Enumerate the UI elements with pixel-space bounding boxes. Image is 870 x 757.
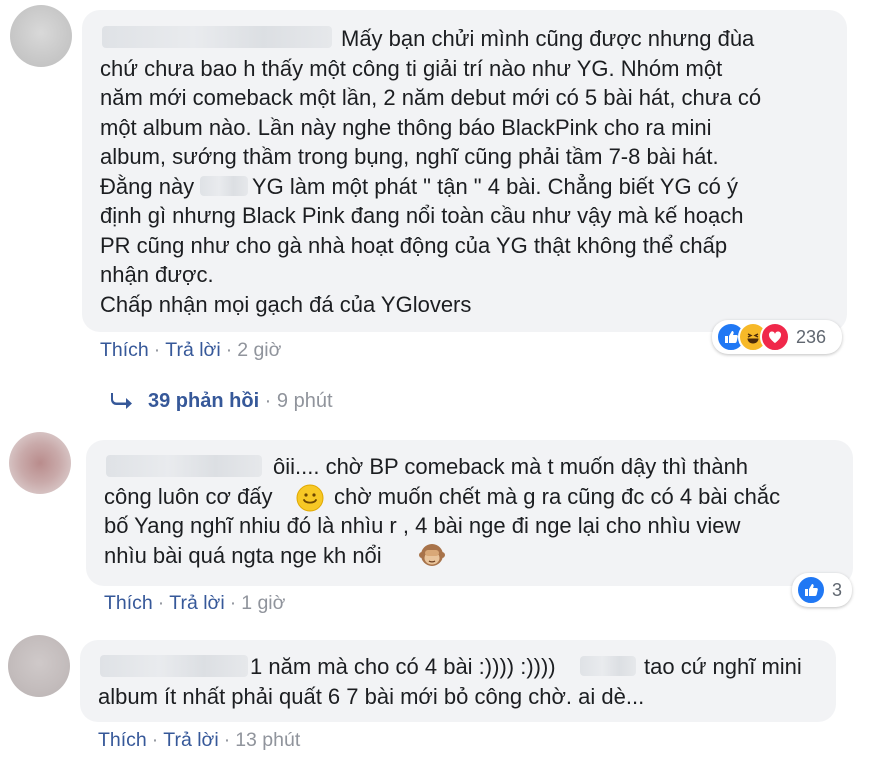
- like-link[interactable]: Thích: [104, 592, 153, 614]
- comment-text-line: 1 năm mà cho có 4 bài :)))) :)))): [250, 654, 556, 679]
- comment-text-line: Đằng này: [100, 174, 195, 199]
- comment-text-line: chứ chưa bao h thấy một công ti giải trí…: [100, 56, 723, 81]
- reaction-summary[interactable]: 3: [792, 573, 852, 607]
- comment-text-line: chờ muốn chết mà g ra cũng đc có 4 bài c…: [334, 484, 781, 509]
- comment-text-line: Chấp nhận mọi gạch đá của YGlovers: [100, 292, 472, 317]
- separator: ·: [259, 390, 277, 412]
- reaction-summary[interactable]: 236: [712, 320, 842, 354]
- comment-actions: Thích · Trả lời · 1 giờ: [104, 592, 285, 615]
- comment-text-line: ôii.... chờ BP comeback mà t muốn dậy th…: [273, 454, 749, 479]
- reaction-count: 3: [832, 579, 843, 600]
- blurred-author-name[interactable]: [106, 455, 262, 477]
- separator: ·: [157, 592, 165, 614]
- comment-text-line: nhận được.: [100, 262, 214, 287]
- like-icon: [796, 575, 826, 605]
- separator: ·: [223, 729, 231, 751]
- like-link[interactable]: Thích: [98, 729, 147, 751]
- love-icon: [760, 322, 790, 352]
- reply-arrow-icon: [110, 391, 134, 415]
- blurred-word: [200, 176, 248, 196]
- comment-text-line: tao cứ nghĩ mini: [644, 654, 802, 679]
- comment-text-line: album ít nhất phải quất 6 7 bài mới bỏ c…: [98, 684, 645, 709]
- blurred-word: [580, 656, 636, 676]
- like-link[interactable]: Thích: [100, 339, 149, 361]
- avatar[interactable]: [10, 5, 72, 67]
- separator: ·: [229, 592, 237, 614]
- comment-text-line: Mấy bạn chửi mình cũng được nhưng đùa: [341, 26, 755, 51]
- comment-text-line: định gì nhưng Black Pink đang nổi toàn c…: [100, 203, 744, 228]
- monkey-emoji-icon: [418, 542, 446, 575]
- replies-timestamp: 9 phút: [276, 390, 333, 412]
- separator: ·: [225, 339, 233, 361]
- reply-link[interactable]: Trả lời: [169, 592, 224, 614]
- comment-text-line: PR cũng như cho gà nhà hoạt động của YG …: [100, 233, 728, 258]
- avatar[interactable]: [9, 432, 71, 494]
- separator: ·: [151, 729, 159, 751]
- comment-text-line: YG làm một phát " tận " 4 bài. Chẳng biế…: [252, 174, 739, 199]
- comment-text-line: công luôn cơ đấy: [104, 484, 273, 509]
- comment-actions: Thích · Trả lời · 13 phút: [98, 729, 300, 752]
- timestamp[interactable]: 13 phút: [235, 729, 300, 751]
- comment-text-line: bố Yang nghĩ nhiu đó là nhìu r , 4 bài n…: [104, 513, 741, 538]
- comment-text-line: một album nào. Lần này nghe thông báo Bl…: [100, 115, 712, 140]
- blurred-author-name[interactable]: [100, 655, 248, 677]
- comment-text-line: nhìu bài quá ngta nge kh nổi: [104, 543, 382, 568]
- blurred-author-name[interactable]: [102, 26, 332, 48]
- reply-link[interactable]: Trả lời: [165, 339, 220, 361]
- comment-text-line: năm mới comeback một lần, 2 năm debut mớ…: [100, 85, 762, 110]
- timestamp[interactable]: 1 giờ: [241, 592, 285, 614]
- reply-link[interactable]: Trả lời: [163, 729, 218, 751]
- separator: ·: [153, 339, 161, 361]
- reaction-count: 236: [796, 326, 827, 347]
- timestamp[interactable]: 2 giờ: [237, 339, 281, 361]
- view-replies-link[interactable]: 39 phản hồi · 9 phút: [110, 390, 333, 415]
- comment-actions: Thích · Trả lời · 2 giờ: [100, 339, 281, 362]
- comment-text-line: album, sướng thầm trong bụng, nghĩ cũng …: [100, 144, 719, 169]
- avatar[interactable]: [8, 635, 70, 697]
- replies-count[interactable]: 39 phản hồi: [148, 390, 259, 412]
